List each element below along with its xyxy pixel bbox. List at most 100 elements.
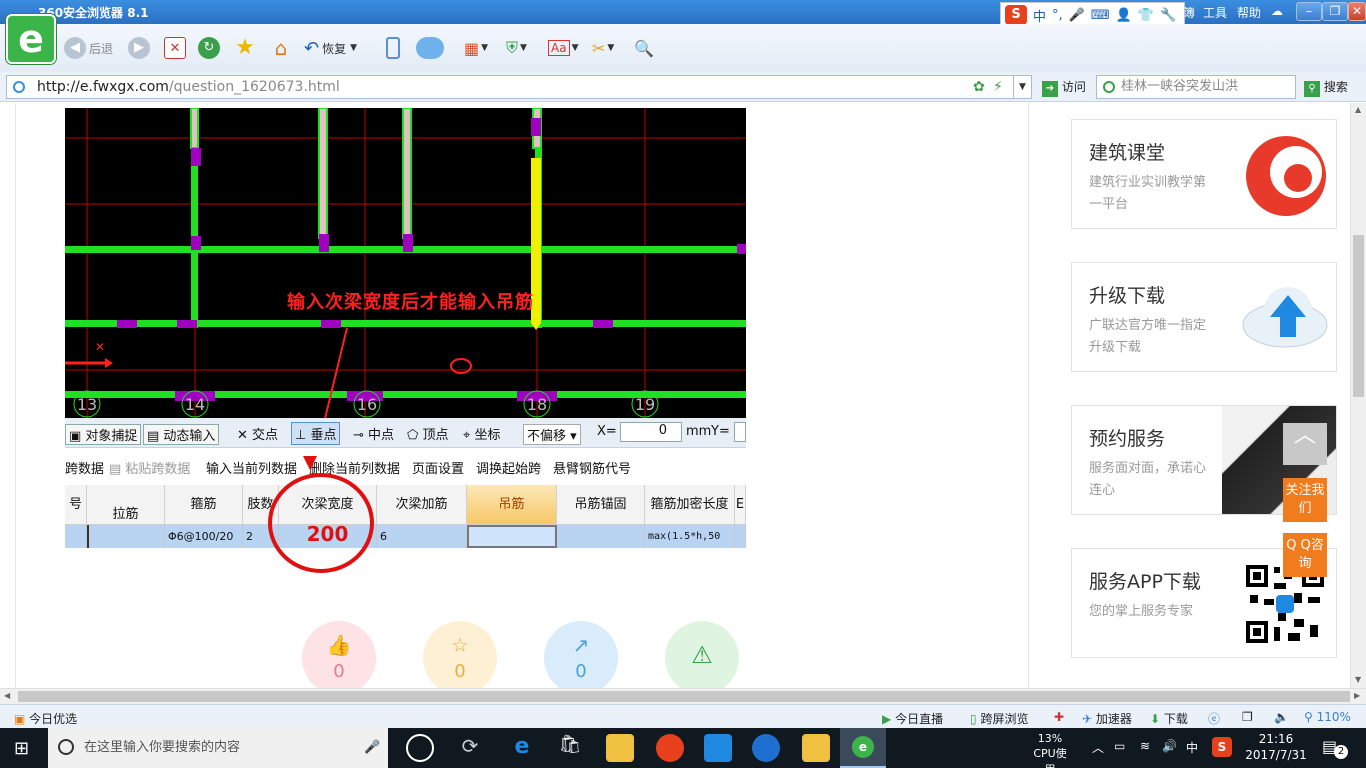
shirt-icon[interactable]: 👕	[1138, 8, 1154, 23]
minimize-button[interactable]: –	[1296, 2, 1322, 21]
forward-button[interactable]: ▶	[128, 35, 150, 61]
restore-button[interactable]: ↶ 恢复 ▼	[304, 35, 357, 61]
accelerator-button[interactable]: ✈ 加速器	[1082, 710, 1132, 727]
download-button[interactable]: ⬇ 下载	[1150, 710, 1188, 727]
horizontal-scrollbar[interactable]: ◀ ▶	[0, 688, 1366, 704]
table-cell[interactable]: 6	[377, 525, 467, 548]
card-download[interactable]: 升级下载 广联达官方唯一指定升级下载	[1071, 262, 1337, 372]
go-button[interactable]: ➔ 访问	[1042, 78, 1086, 97]
offset-select[interactable]: 不偏移 ▾	[523, 424, 581, 445]
stop-button[interactable]: ✕	[164, 35, 186, 61]
skin-icon[interactable]: ☁	[1271, 4, 1283, 18]
app-icon[interactable]	[406, 734, 434, 762]
mobile-button[interactable]	[386, 35, 400, 61]
ime-punct[interactable]: °,	[1052, 8, 1063, 23]
chevron-up-icon[interactable]: ︿	[1092, 739, 1104, 756]
zoom-button[interactable]: 🔍	[634, 35, 654, 61]
cpu-monitor[interactable]: 13% CPU使用	[1030, 732, 1070, 777]
refresh-button[interactable]: ↻	[198, 35, 220, 61]
app-icon[interactable]	[752, 734, 780, 762]
scroll-thumb[interactable]	[1353, 235, 1364, 397]
back-button[interactable]: ◀ 后退	[64, 35, 113, 61]
plus-icon[interactable]: ✚	[1054, 710, 1064, 724]
volume-icon[interactable]: 🔊	[1162, 739, 1177, 753]
intersect-button[interactable]: ✕ 交点	[237, 424, 278, 443]
compat-icon[interactable]: ✿	[973, 76, 985, 98]
coord-button[interactable]: ⌖ 坐标	[463, 424, 500, 443]
table-cell[interactable]	[87, 525, 165, 548]
app-icon[interactable]	[656, 734, 684, 762]
hanger-cell[interactable]	[467, 525, 557, 548]
favorite-button[interactable]: ★	[234, 35, 256, 61]
address-bar[interactable]: http://e.fwxgx.com/question_1620673.html…	[6, 75, 1032, 99]
sogou-icon[interactable]: S	[1212, 737, 1232, 757]
address-dropdown-icon[interactable]: ▼	[1013, 76, 1031, 98]
edge-icon[interactable]: e	[508, 734, 536, 762]
cloud-button[interactable]	[416, 35, 444, 61]
mic-icon[interactable]: 🎤	[1069, 8, 1085, 23]
midpoint-button[interactable]: ⊸ 中点	[353, 424, 394, 443]
browser-logo[interactable]: e	[6, 14, 56, 64]
table-cell[interactable]: max(1.5*h,50	[645, 525, 735, 548]
wifi-icon[interactable]: ≋	[1140, 739, 1150, 753]
table-cell[interactable]	[557, 525, 645, 548]
menu-item[interactable]: ▤ 粘贴跨数据	[109, 458, 190, 477]
card-course[interactable]: 建筑课堂 建筑行业实训教学第一平台	[1071, 119, 1337, 229]
app-icon[interactable]	[704, 734, 732, 762]
notes-icon[interactable]	[802, 734, 830, 762]
screenshot-button[interactable]: ✂ ▼	[592, 35, 614, 61]
search-button[interactable]: ⚲ 搜索	[1304, 78, 1348, 97]
vertex-button[interactable]: ⬠ 顶点	[407, 424, 448, 443]
app-icon[interactable]: ⟳	[456, 734, 484, 762]
dynamic-input-button[interactable]: ▤ 动态输入	[143, 424, 220, 445]
snap-button[interactable]: ▣ 对象捕捉	[65, 424, 142, 445]
menu-item[interactable]: 输入当前列数据	[206, 458, 297, 477]
ime-mode[interactable]: 中	[1033, 6, 1046, 25]
taskbar-search[interactable]: 在这里输入你要搜索的内容 🎤	[48, 728, 388, 768]
close-button[interactable]: ✕	[1348, 2, 1366, 21]
mic-icon[interactable]: 🎤	[364, 728, 380, 768]
user-icon[interactable]: 👤	[1116, 8, 1132, 23]
search-engine-icon[interactable]	[1103, 81, 1115, 93]
favorite-button[interactable]: ☆ 0	[423, 621, 497, 688]
follow-button[interactable]: 关注我们	[1283, 478, 1327, 522]
menu-item[interactable]: 页面设置	[412, 458, 464, 477]
y-input[interactable]	[734, 422, 746, 442]
menu-item[interactable]: 悬臂钢筋代号	[553, 458, 631, 477]
today-picks-button[interactable]: ▣ 今日优选	[14, 710, 77, 727]
vertical-scrollbar[interactable]: ▲ ▼	[1350, 103, 1366, 688]
split-view-button[interactable]: ▯ 跨屏浏览	[970, 710, 1028, 727]
menu-item[interactable]: 跨数据	[65, 458, 104, 477]
keyboard-icon[interactable]: ⌨	[1091, 8, 1110, 23]
folder-icon[interactable]	[606, 734, 634, 762]
report-button[interactable]: ⚠	[665, 621, 739, 688]
security-button[interactable]: ⛨ ▼	[506, 35, 527, 61]
translate-button[interactable]: Aa ▼	[548, 35, 578, 61]
browser-task[interactable]: e	[840, 728, 886, 768]
share-button[interactable]: ↗ 0	[544, 621, 618, 688]
qq-button[interactable]: Q Q咨询	[1283, 533, 1327, 577]
menu-item[interactable]: 调换起始跨	[476, 458, 541, 477]
menu-help[interactable]: 帮助	[1237, 4, 1261, 21]
table-cell[interactable]: Φ6@100/20	[165, 525, 243, 548]
clock[interactable]: 21:16 2017/7/31	[1244, 731, 1308, 763]
wrench-icon[interactable]: 🔧	[1160, 8, 1176, 23]
search-input[interactable]: 桂林一峡谷突发山洪	[1096, 75, 1296, 99]
home-button[interactable]: ⌂	[270, 35, 292, 61]
apps-button[interactable]: ▦ ▼	[464, 35, 488, 61]
back-to-top-button[interactable]: ︿	[1283, 423, 1327, 465]
ie-icon[interactable]: ⓔ	[1208, 710, 1220, 727]
menu-tools[interactable]: 工具	[1203, 4, 1227, 21]
scroll-thumb[interactable]	[18, 691, 1350, 702]
lightning-icon[interactable]: ⚡	[993, 76, 1003, 98]
live-button[interactable]: ▶ 今日直播	[882, 710, 943, 727]
windows-start-icon[interactable]: ⊞	[14, 738, 29, 759]
ime-indicator[interactable]: 中	[1186, 739, 1198, 756]
sogou-icon[interactable]: S	[1005, 5, 1027, 25]
like-button[interactable]: 👍 0	[302, 621, 376, 688]
volume-icon[interactable]: 🔈	[1274, 710, 1289, 724]
table-cell[interactable]	[65, 525, 87, 548]
maximize-button[interactable]: ❐	[1322, 2, 1348, 21]
notification-button[interactable]: ▤ 2	[1322, 737, 1348, 759]
window-icon[interactable]: ❐	[1242, 710, 1253, 724]
